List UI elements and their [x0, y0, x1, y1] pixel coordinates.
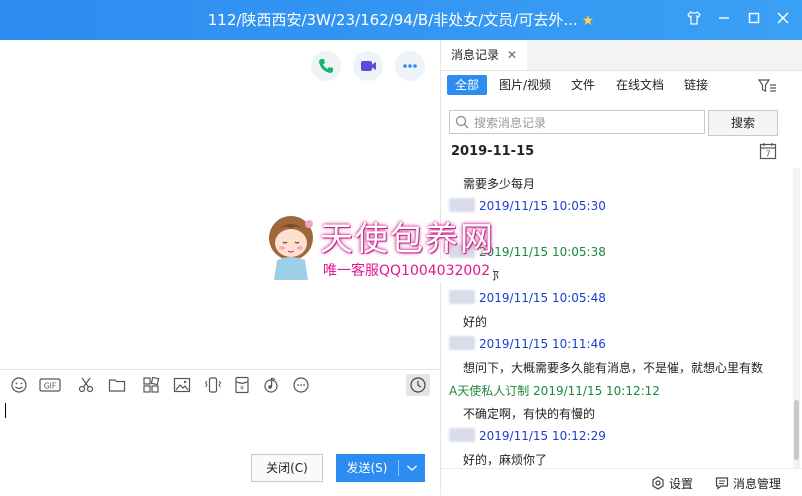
watermark-overlay: 天使包养网 唯一客服QQ1004032002	[262, 206, 542, 288]
avatar	[449, 336, 475, 350]
history-date: 2019-11-15	[451, 144, 535, 159]
history-footer: 设置 消息管理	[441, 468, 802, 496]
avatar	[449, 428, 475, 442]
list-item: 不确定啊，有快的有慢的	[463, 407, 596, 421]
filter-all[interactable]: 全部	[447, 75, 488, 95]
svg-text:¥: ¥	[240, 385, 244, 392]
composer-toolbar: GIF ¥	[0, 369, 440, 402]
video-icon	[361, 61, 376, 71]
gif-icon[interactable]: GIF	[39, 376, 61, 394]
tab-message-history[interactable]: 消息记录 ✕	[441, 40, 528, 70]
message-sender: 2019/11/15 10:05:48	[449, 290, 606, 305]
chat-bubble-icon	[715, 477, 729, 490]
phone-icon	[319, 59, 333, 73]
history-search-box	[449, 110, 705, 134]
more-icon	[403, 64, 417, 68]
watermark-title: 天使包养网	[320, 219, 495, 258]
filter-icon[interactable]	[757, 78, 777, 94]
history-search-input[interactable]	[472, 113, 700, 132]
svg-text:GIF: GIF	[44, 382, 56, 391]
maximize-icon[interactable]	[744, 10, 764, 30]
list-item: 需要多少每月	[463, 177, 536, 191]
cartoon-girl-icon	[269, 216, 313, 280]
list-item: 好的	[463, 315, 488, 329]
more-actions-button[interactable]	[395, 51, 425, 81]
minimize-icon[interactable]	[714, 10, 734, 30]
folder-icon[interactable]	[108, 376, 126, 394]
history-tabbar: 消息记录 ✕	[441, 40, 802, 71]
shirt-icon[interactable]	[684, 10, 704, 30]
clock-icon	[410, 377, 426, 393]
window-title: 112/陕西西安/3W/23/162/94/B/非处女/文员/可去外... ★	[207, 11, 595, 29]
close-button[interactable]: 关闭(C)	[251, 454, 323, 482]
voice-call-button[interactable]	[311, 51, 341, 81]
music-icon[interactable]	[262, 376, 280, 394]
message-history-button[interactable]	[406, 374, 430, 396]
history-search-button[interactable]: 搜索	[708, 110, 778, 136]
list-item: 好的，麻烦你了	[463, 453, 548, 467]
message-input[interactable]	[5, 403, 6, 418]
close-icon[interactable]	[773, 10, 793, 30]
filter-docs[interactable]: 在线文档	[608, 75, 672, 95]
message-manager-button[interactable]: 消息管理	[715, 475, 781, 492]
red-envelope-icon[interactable]: ¥	[233, 376, 251, 394]
message-sender: 2019/11/15 10:12:29	[449, 428, 606, 443]
more-tools-icon[interactable]	[292, 376, 310, 394]
chevron-down-icon	[406, 465, 417, 471]
calendar-button[interactable]: 7	[759, 142, 777, 163]
svg-text:7: 7	[765, 150, 770, 159]
close-tab-icon[interactable]: ✕	[507, 48, 517, 62]
calendar-icon: 7	[759, 143, 777, 160]
filter-links[interactable]: 链接	[676, 75, 716, 95]
filter-media[interactable]: 图片/视频	[491, 75, 559, 95]
send-button[interactable]: 发送(S)	[336, 454, 425, 482]
search-icon	[455, 115, 469, 129]
message-sender: A天使私人订制 2019/11/15 10:12:12	[449, 384, 660, 398]
message-sender: 2019/11/15 10:11:46	[449, 336, 606, 351]
emoji-icon[interactable]	[10, 376, 28, 394]
scissors-icon[interactable]	[77, 376, 95, 394]
shake-icon[interactable]	[204, 376, 222, 394]
video-call-button[interactable]	[353, 51, 383, 81]
send-button-label: 发送(S)	[346, 461, 388, 475]
avatar	[449, 290, 475, 304]
send-options-dropdown[interactable]	[398, 454, 425, 482]
scrollbar-thumb[interactable]	[794, 400, 799, 460]
watermark-contact: 唯一客服QQ1004032002	[320, 260, 494, 282]
sticker-icon[interactable]	[142, 376, 160, 394]
history-scrollbar[interactable]	[793, 168, 800, 468]
list-item: 想问下，大概需要多久能有消息，不是催，就想心里有数	[463, 361, 764, 375]
image-icon[interactable]	[173, 376, 191, 394]
filter-files[interactable]: 文件	[563, 75, 603, 95]
gear-icon	[652, 476, 664, 490]
star-icon: ★	[581, 13, 595, 29]
title-bar: 112/陕西西安/3W/23/162/94/B/非处女/文员/可去外... ★	[0, 0, 802, 40]
settings-button[interactable]: 设置	[651, 475, 693, 492]
